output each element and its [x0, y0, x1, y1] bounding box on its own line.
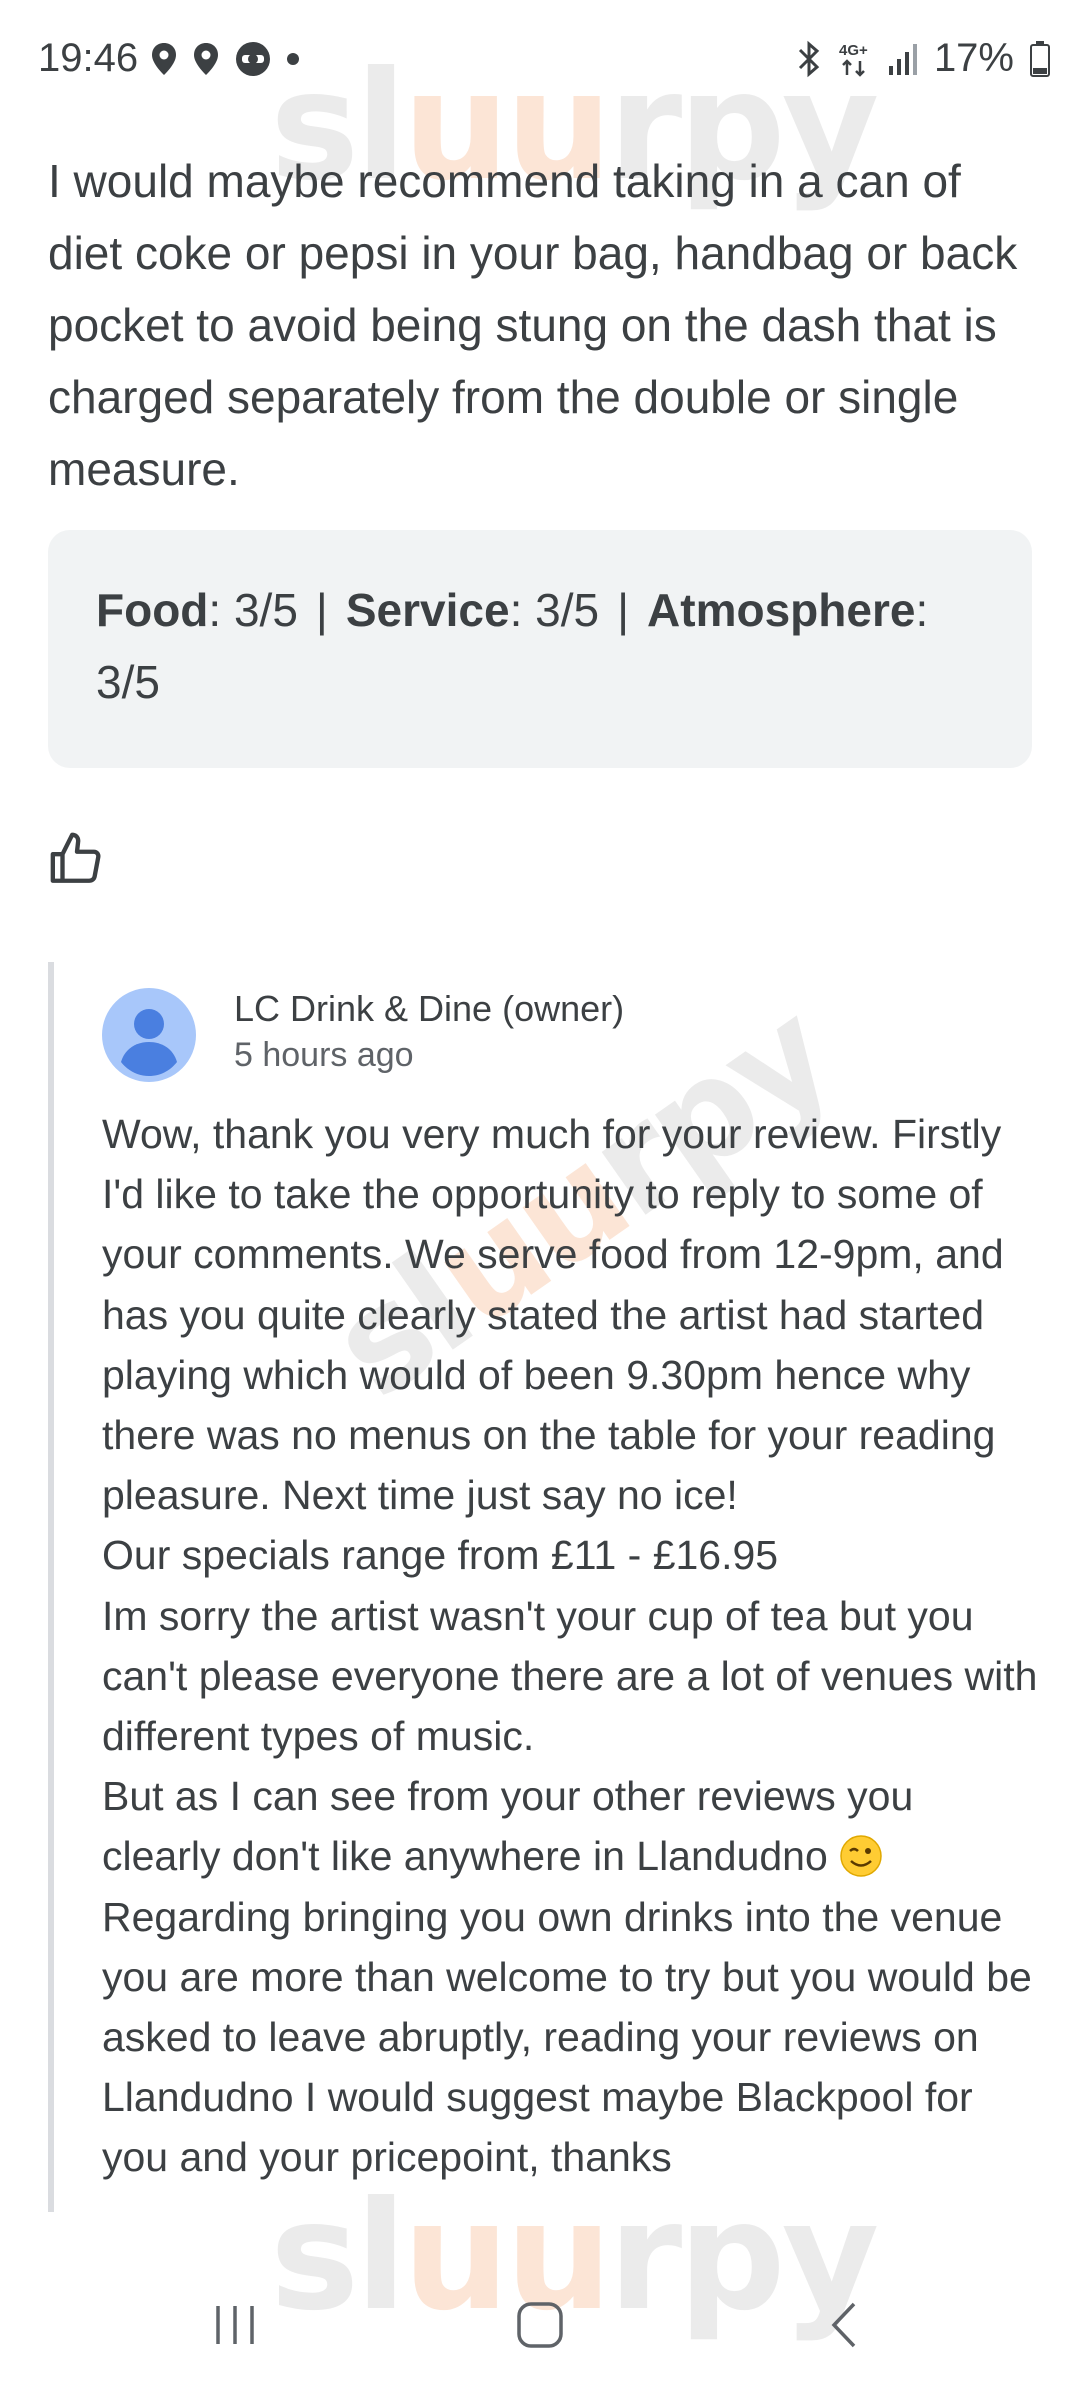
service-rating: : 3/5	[509, 584, 600, 636]
food-label: Food	[96, 584, 209, 636]
home-icon	[517, 2302, 563, 2348]
bluetooth-icon	[798, 40, 820, 77]
back-icon	[831, 2302, 856, 2348]
back-button[interactable]	[820, 2300, 870, 2355]
battery-icon	[1030, 40, 1050, 77]
separator: |	[617, 584, 630, 636]
reply-text-part2: Regarding bringing you own drinks into t…	[102, 1893, 1032, 2181]
dot-icon	[287, 53, 299, 65]
status-time: 19:46	[38, 36, 139, 80]
4g-icon: 4G+	[839, 42, 868, 77]
atmosphere-label: Atmosphere	[647, 584, 916, 636]
location-icon	[152, 43, 176, 75]
thumbs-up-icon	[50, 832, 101, 883]
owner-avatar[interactable]	[102, 988, 196, 1082]
status-bar: 19:46 4G+ 17%	[0, 0, 1080, 120]
reply-indicator-bar	[48, 962, 54, 2212]
signal-icon	[888, 43, 917, 75]
reply-text-part1: Wow, thank you very much for your review…	[102, 1111, 1038, 1880]
svg-text:4G+: 4G+	[839, 42, 868, 59]
sync-icon	[236, 42, 270, 76]
like-button[interactable]	[48, 830, 112, 894]
notification-icons	[150, 40, 300, 78]
recent-apps-button[interactable]	[210, 2300, 260, 2355]
battery-percentage: 17%	[933, 36, 1014, 80]
review-text: I would maybe recommend taking in a can …	[48, 155, 1018, 495]
owner-name: LC Drink & Dine (owner)	[234, 988, 625, 1029]
ratings-box: Food: 3/5 | Service: 3/5 | Atmosphere: 3/5	[48, 530, 1032, 768]
winking-face-icon	[840, 1835, 882, 1878]
location-icon	[194, 43, 218, 75]
home-button[interactable]	[515, 2300, 565, 2355]
owner-reply-text: Wow, thank you very much for your review…	[102, 1104, 1042, 2188]
reply-timestamp: 5 hours ago	[234, 1036, 414, 1074]
avatar-icon	[102, 988, 196, 1082]
recent-apps-icon	[216, 2306, 254, 2344]
food-rating: : 3/5	[208, 584, 298, 636]
service-label: Service	[345, 584, 510, 636]
separator: |	[315, 584, 328, 636]
system-icons: 4G+ 17%	[796, 36, 1050, 81]
